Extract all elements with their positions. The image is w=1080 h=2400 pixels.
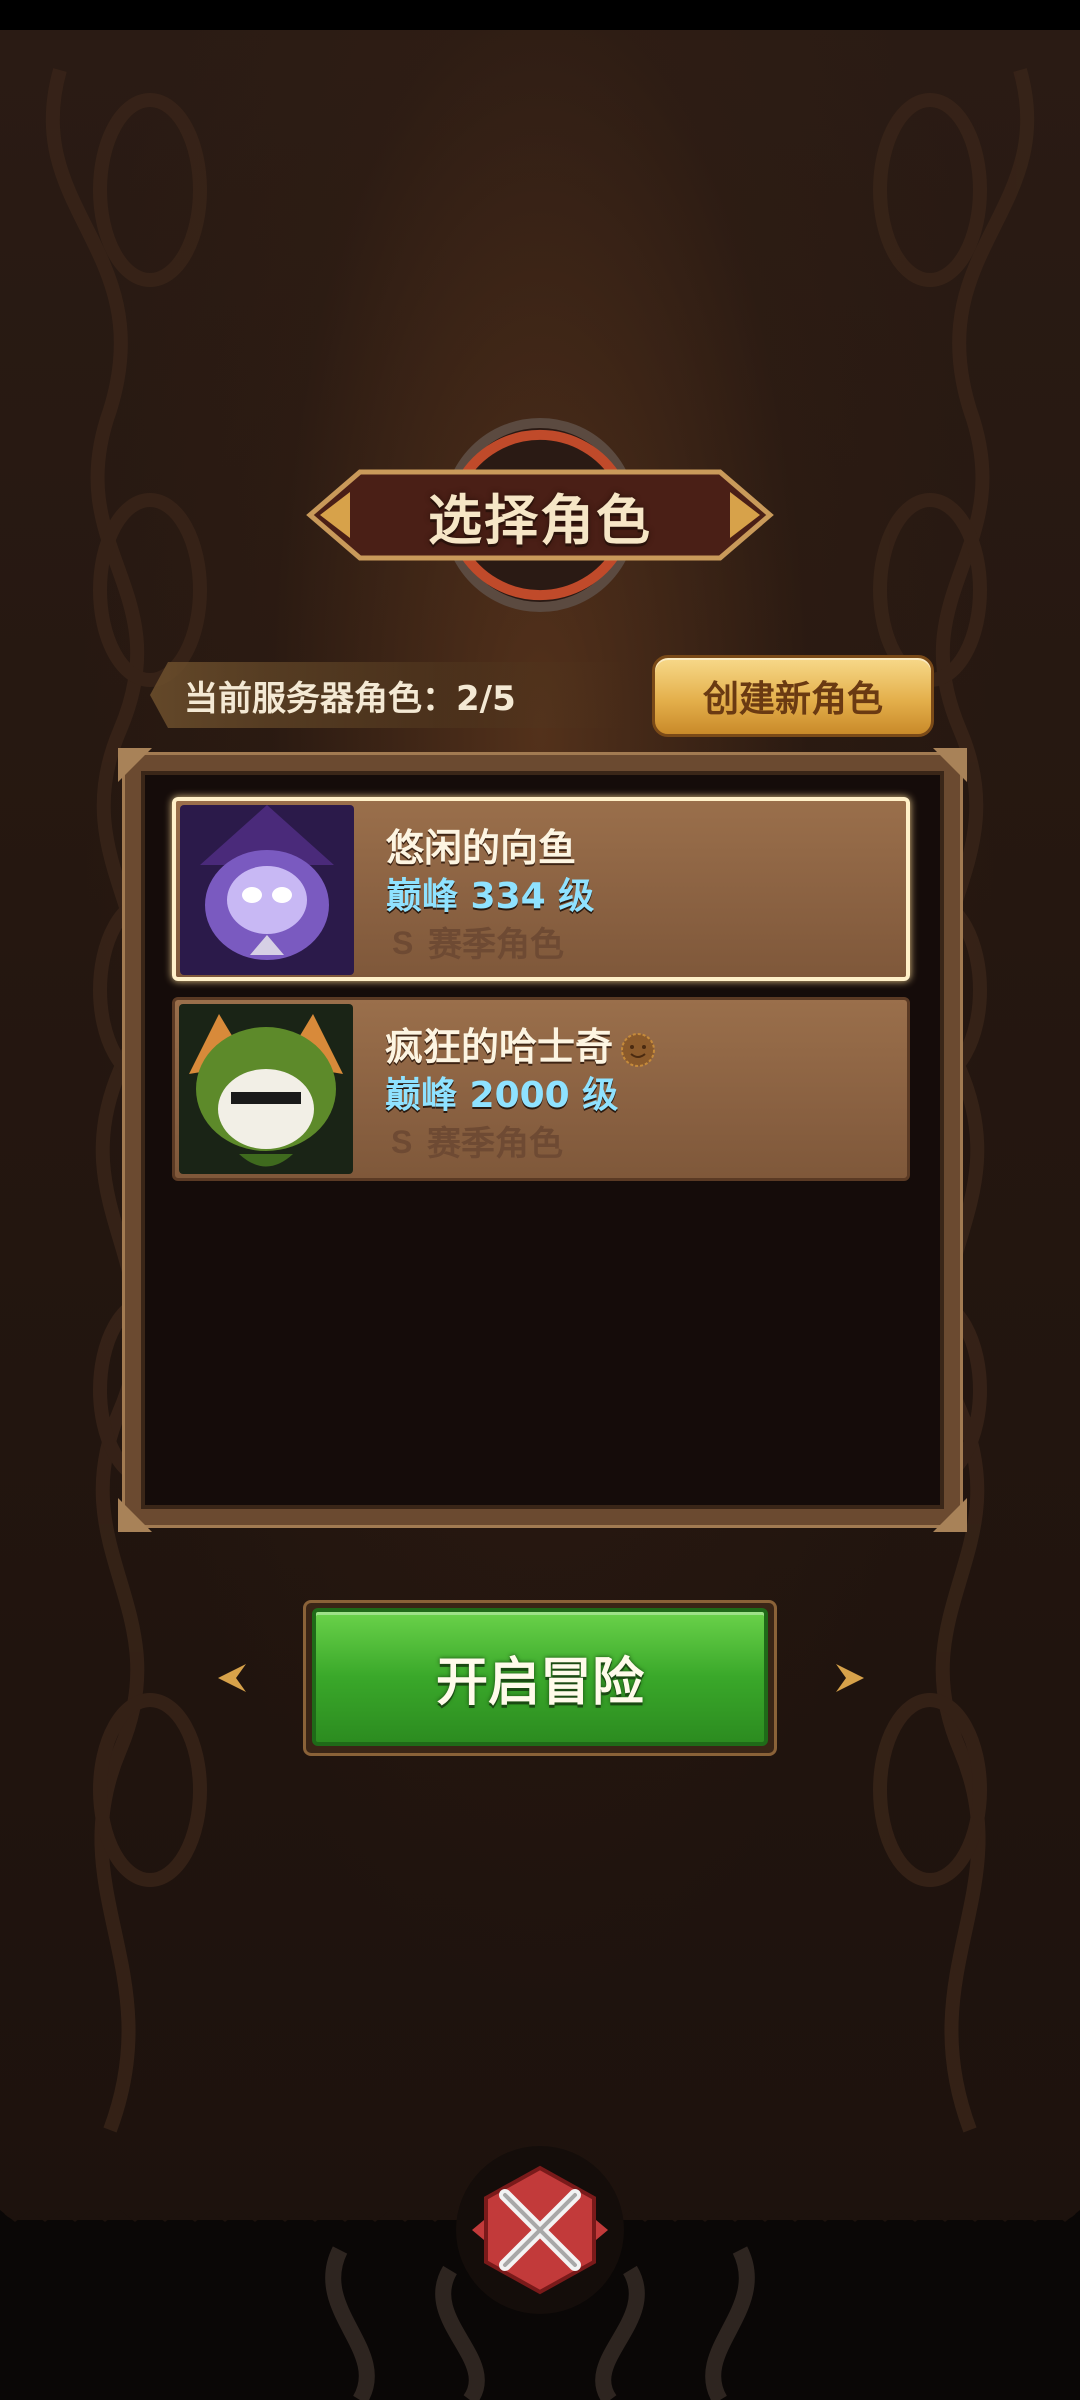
- svg-text:S: S: [391, 1124, 412, 1159]
- character-tag-label: 赛季角色: [427, 1124, 563, 1164]
- character-level: 巅峰 2000 级: [385, 1075, 619, 1116]
- svg-text:S: S: [392, 925, 413, 960]
- create-character-button[interactable]: 创建新角色: [652, 655, 934, 737]
- close-icon[interactable]: [450, 2140, 630, 2320]
- season-s-icon: S: [392, 925, 413, 960]
- character-season-tag: S 赛季角色: [385, 1116, 563, 1165]
- server-character-count: 当前服务器角色：2/5: [150, 662, 630, 728]
- page-title: 选择角色: [428, 488, 652, 552]
- purple-mage-avatar-icon: [180, 805, 354, 975]
- start-adventure-button[interactable]: 开启冒险: [312, 1608, 768, 1746]
- character-tag-label: 赛季角色: [428, 925, 564, 965]
- left-arrow-decoration-icon: [218, 1664, 246, 1692]
- status-bar: [0, 0, 1080, 30]
- smile-face-icon: [621, 1032, 656, 1067]
- title-banner: 选择角色: [290, 410, 790, 620]
- character-level: 巅峰 334 级: [386, 876, 595, 917]
- character-card-1[interactable]: 悠闲的向鱼 巅峰 334 级 S 赛季角色: [172, 797, 910, 981]
- character-name: 疯狂的哈士奇: [385, 1016, 657, 1071]
- right-arrow-decoration-icon: [836, 1664, 864, 1692]
- season-s-icon: S: [391, 1124, 412, 1159]
- green-hooded-fox-avatar-icon: [179, 1004, 353, 1174]
- character-card-2[interactable]: 疯狂的哈士奇 巅峰 2000 级 S 赛季角色: [172, 997, 910, 1181]
- character-name: 悠闲的向鱼: [386, 826, 577, 870]
- character-season-tag: S 赛季角色: [386, 917, 564, 966]
